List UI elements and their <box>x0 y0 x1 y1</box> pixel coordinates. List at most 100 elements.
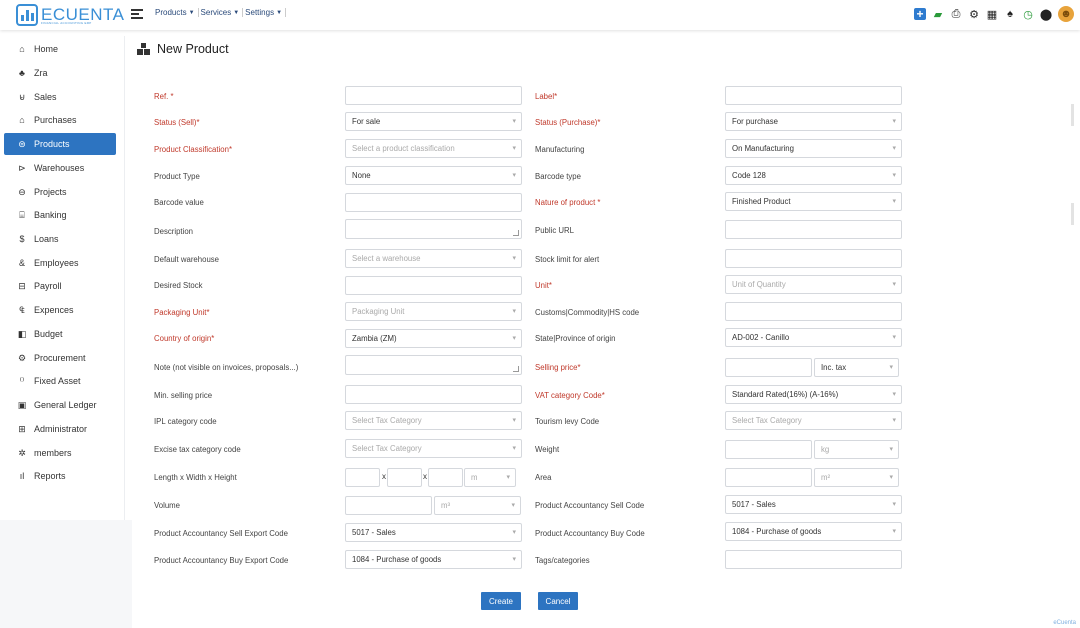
sidebar-item-fixed-asset[interactable]: ⁽⁾ Fixed Asset <box>4 370 116 392</box>
settings-icon[interactable]: ⚙ <box>968 8 980 21</box>
area-input[interactable] <box>725 468 812 487</box>
create-button[interactable]: Create <box>481 592 521 610</box>
sidebar-item-employees[interactable]: & Employees <box>4 252 116 274</box>
volume-unit-select[interactable]: m³ <box>434 496 521 515</box>
desired-stock-label: Desired Stock <box>154 281 203 290</box>
buy-export-select[interactable]: 1084 - Purchase of goods <box>345 550 522 569</box>
tags-input[interactable] <box>725 550 902 569</box>
sidebar-item-procurement[interactable]: ⚙ Procurement <box>4 347 116 369</box>
vat-label: VAT category Code* <box>535 391 605 400</box>
add-icon[interactable]: + <box>914 7 926 21</box>
tourism-label: Tourism levy Code <box>535 417 600 426</box>
top-bar: ECUENTA FINANCIAL ACCOUNTING ERP Product… <box>0 0 1080 30</box>
packaging-unit-select[interactable]: Packaging Unit <box>345 302 522 321</box>
ref-label: Ref. * <box>154 92 174 101</box>
status-sell-select[interactable]: For sale <box>345 112 522 131</box>
sidebar-item-general-ledger[interactable]: ▣ General Ledger <box>4 394 116 416</box>
sidebar-item-budget[interactable]: ◧ Budget <box>4 323 116 345</box>
excise-select[interactable]: Select Tax Category <box>345 439 522 458</box>
nature-select[interactable]: Finished Product <box>725 192 902 211</box>
default-warehouse-label: Default warehouse <box>154 255 220 264</box>
area-label: Area <box>535 473 552 482</box>
printer-icon[interactable]: ⎙ <box>950 8 962 20</box>
sidebar-item-zra[interactable]: ♣ Zra <box>4 62 116 84</box>
scrollbar-thumb[interactable] <box>1071 203 1074 225</box>
status-purchase-select[interactable]: For purchase <box>725 112 902 131</box>
top-menu-products[interactable]: Products ▼ <box>153 8 199 17</box>
menu-toggle-icon[interactable] <box>131 9 143 19</box>
location-icon[interactable]: ⬤ <box>1040 8 1052 21</box>
stock-limit-input[interactable] <box>725 249 902 268</box>
note-textarea[interactable] <box>345 355 522 375</box>
volume-label: Volume <box>154 501 181 510</box>
classification-select[interactable]: Select a product classification <box>345 139 522 158</box>
default-warehouse-select[interactable]: Select a warehouse <box>345 249 522 268</box>
sidebar-item-loans[interactable]: $ Loans <box>4 228 116 250</box>
weight-unit-select[interactable]: kg <box>814 440 899 459</box>
sidebar-item-members[interactable]: ✲ members <box>4 442 116 464</box>
length-input[interactable] <box>345 468 380 487</box>
label-input[interactable] <box>725 86 902 105</box>
sidebar-item-reports[interactable]: ıl Reports <box>4 465 116 487</box>
sidebar-item-home[interactable]: ⌂ Home <box>4 38 116 60</box>
product-type-select[interactable]: None <box>345 166 522 185</box>
sidebar-item-products[interactable]: ⊜ Products <box>4 133 116 155</box>
user-avatar-icon[interactable]: ☻ <box>1058 6 1074 22</box>
selling-price-input[interactable] <box>725 358 812 377</box>
manufacturing-select[interactable]: On Manufacturing <box>725 139 902 158</box>
selling-price-tax-select[interactable]: Inc. tax <box>814 358 899 377</box>
admin-icon: ⊞ <box>18 423 26 434</box>
calendar-icon[interactable]: ▦ <box>986 8 998 21</box>
ref-input[interactable] <box>345 86 522 105</box>
expenses-icon: ₠ <box>19 305 25 315</box>
sidebar-item-projects[interactable]: ⊖ Projects <box>4 181 116 203</box>
warehouse-icon: ⊳ <box>18 162 26 173</box>
unit-select[interactable]: Unit of Quantity <box>725 275 902 294</box>
stock-limit-label: Stock limit for alert <box>535 255 600 264</box>
vat-select[interactable]: Standard Rated(16%) (A-16%) <box>725 385 902 404</box>
lwh-unit-select[interactable]: m <box>464 468 516 487</box>
height-input[interactable] <box>428 468 463 487</box>
buy-code-select[interactable]: 1084 - Purchase of goods <box>725 522 902 541</box>
barcode-type-select[interactable]: Code 128 <box>725 166 902 185</box>
top-menu-settings[interactable]: Settings ▼ <box>243 8 287 17</box>
sidebar-item-expences[interactable]: ₠ Expences <box>4 299 116 321</box>
country-select[interactable]: Zambia (ZM) <box>345 329 522 348</box>
width-input[interactable] <box>387 468 422 487</box>
caret-down-icon: ▼ <box>276 9 283 16</box>
volume-input[interactable] <box>345 496 432 515</box>
dollar-icon: $ <box>19 234 25 244</box>
sidebar-item-sales[interactable]: ⊌ Sales <box>4 86 116 108</box>
state-select[interactable]: AD-002 - Canillo <box>725 328 902 347</box>
tourism-select[interactable]: Select Tax Category <box>725 411 902 430</box>
sidebar-item-purchases[interactable]: ⌂ Purchases <box>4 109 116 131</box>
reports-icon: ıl <box>19 471 25 481</box>
sidebar-item-banking[interactable]: ⌸ Banking <box>4 204 116 226</box>
description-textarea[interactable] <box>345 219 522 239</box>
barcode-value-label: Barcode value <box>154 198 204 207</box>
barcode-value-input[interactable] <box>345 193 522 212</box>
bell-icon[interactable]: ♠ <box>1004 8 1016 20</box>
top-menu-services[interactable]: Services ▼ <box>199 8 244 17</box>
desired-stock-input[interactable] <box>345 276 522 295</box>
sidebar-item-warehouses[interactable]: ⊳ Warehouses <box>4 157 116 179</box>
chat-icon[interactable]: ▰ <box>932 8 944 21</box>
lwh-separator: x <box>423 472 427 481</box>
ipl-select[interactable]: Select Tax Category <box>345 411 522 430</box>
cancel-button[interactable]: Cancel <box>538 592 578 610</box>
sidebar-item-payroll[interactable]: ⊟ Payroll <box>4 275 116 297</box>
brand-logo[interactable]: ECUENTA FINANCIAL ACCOUNTING ERP <box>16 4 124 26</box>
min-selling-input[interactable] <box>345 385 522 404</box>
history-icon[interactable]: ◷ <box>1022 8 1034 21</box>
scrollbar-thumb[interactable] <box>1071 104 1074 126</box>
sidebar-item-administrator[interactable]: ⊞ Administrator <box>4 418 116 440</box>
area-unit-select[interactable]: m² <box>814 468 899 487</box>
sidebar: ⌂ Home ♣ Zra ⊌ Sales ⌂ Purchases ⊜ Products ⊳… <box>0 36 124 520</box>
customs-input[interactable] <box>725 302 902 321</box>
public-url-label: Public URL <box>535 226 574 235</box>
barcode-type-label: Barcode type <box>535 172 581 181</box>
public-url-input[interactable] <box>725 220 902 239</box>
sell-code-select[interactable]: 5017 - Sales <box>725 495 902 514</box>
weight-input[interactable] <box>725 440 812 459</box>
sell-export-select[interactable]: 5017 - Sales <box>345 523 522 542</box>
